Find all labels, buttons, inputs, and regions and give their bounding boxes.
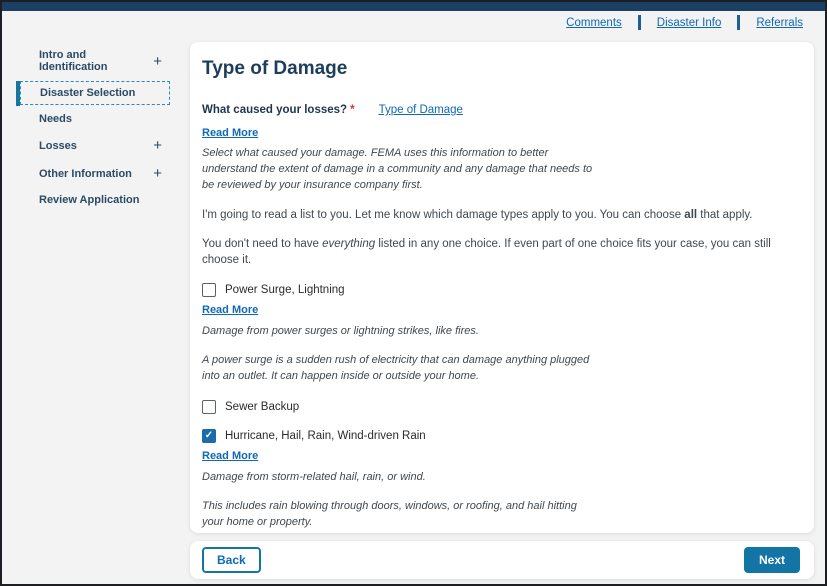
- sidebar-item-label: Review Application: [39, 194, 139, 206]
- sidebar-item-label: Other Information: [39, 168, 132, 180]
- sidebar-item-other-information[interactable]: Other Information +: [20, 161, 170, 186]
- sidebar-item-review-application[interactable]: Review Application: [20, 189, 170, 211]
- type-of-damage-link[interactable]: Type of Damage: [379, 104, 463, 116]
- sidebar-item-losses[interactable]: Losses +: [20, 133, 170, 158]
- sidebar-item-disaster-selection[interactable]: Disaster Selection: [20, 81, 170, 105]
- checkbox-label: Hurricane, Hail, Rain, Wind-driven Rain: [225, 430, 426, 442]
- checkbox-row-power-surge-lightning[interactable]: Power Surge, Lightning: [202, 283, 796, 297]
- question-row: What caused your losses?* Type of Damage: [202, 100, 796, 118]
- top-link-referrals[interactable]: Referrals: [756, 17, 803, 29]
- sidebar-item-label: Disaster Selection: [40, 87, 135, 99]
- nav-separator: [638, 15, 641, 30]
- option-extra-description: This includes rain blowing through doors…: [202, 499, 596, 531]
- sidebar-item-needs[interactable]: Needs: [20, 108, 170, 130]
- sidebar-item-label: Needs: [39, 113, 72, 125]
- damage-option-sewer-backup: Sewer Backup: [202, 400, 796, 414]
- back-button[interactable]: Back: [202, 547, 261, 573]
- top-navy-bar: [2, 2, 825, 11]
- nav-separator: [737, 15, 740, 30]
- option-description: Damage from power surges or lightning st…: [202, 324, 596, 340]
- damage-option-power-surge-lightning: Power Surge, Lightning Read More Damage fr…: [202, 283, 796, 385]
- damage-options-list: Power Surge, Lightning Read More Damage fr…: [202, 283, 796, 533]
- read-more-link-power-surge-lightning[interactable]: Read More: [202, 304, 258, 316]
- checkbox-checked[interactable]: ✓: [202, 429, 216, 443]
- expand-plus-icon[interactable]: +: [153, 54, 162, 69]
- checkbox-row-hurricane-hail-rain-wind-driven-rain[interactable]: ✓ Hurricane, Hail, Rain, Wind-driven Rain: [202, 429, 796, 443]
- checkbox-label: Power Surge, Lightning: [225, 284, 345, 296]
- sidebar-item-intro-and-identification[interactable]: Intro and Identification+: [20, 44, 170, 78]
- top-link-disaster-info[interactable]: Disaster Info: [657, 17, 722, 29]
- intro-paragraph-1: I'm going to read a list to you. Let me …: [202, 207, 796, 223]
- sidebar-item-label: Intro and Identification: [39, 49, 153, 73]
- app-window: Comments Disaster Info Referrals Intro and…: [0, 0, 827, 586]
- checkmark-icon: ✓: [205, 431, 213, 441]
- question-help-text: Select what caused your damage. FEMA use…: [202, 146, 596, 194]
- main-content-card: Type of Damage What caused your losses?*…: [190, 42, 814, 533]
- option-extra-description: A power surge is a sudden rush of electr…: [202, 353, 596, 385]
- checkbox-label: Sewer Backup: [225, 401, 299, 413]
- question-label: What caused your losses?*: [202, 100, 355, 118]
- read-more-link-question[interactable]: Read More: [202, 127, 258, 139]
- checkbox-unchecked[interactable]: [202, 400, 216, 414]
- top-link-comments[interactable]: Comments: [566, 17, 622, 29]
- required-asterisk: *: [350, 104, 354, 116]
- sidebar-nav: Intro and Identification+Disaster Select…: [20, 44, 170, 214]
- damage-option-hurricane-hail-rain-wind-driven-rain: ✓ Hurricane, Hail, Rain, Wind-driven Rain…: [202, 429, 796, 531]
- page-title: Type of Damage: [202, 58, 796, 80]
- footer-bar: Back Next: [190, 541, 814, 579]
- expand-plus-icon[interactable]: +: [153, 166, 162, 181]
- checkbox-row-sewer-backup[interactable]: Sewer Backup: [202, 400, 796, 414]
- sidebar-item-label: Losses: [39, 140, 77, 152]
- intro-paragraph-2: You don't need to have everything listed…: [202, 236, 796, 268]
- next-button[interactable]: Next: [744, 547, 800, 573]
- expand-plus-icon[interactable]: +: [153, 138, 162, 153]
- checkbox-unchecked[interactable]: [202, 283, 216, 297]
- top-nav: Comments Disaster Info Referrals: [566, 15, 803, 30]
- read-more-link-hurricane-hail-rain-wind-driven-rain[interactable]: Read More: [202, 450, 258, 462]
- option-description: Damage from storm-related hail, rain, or…: [202, 470, 596, 486]
